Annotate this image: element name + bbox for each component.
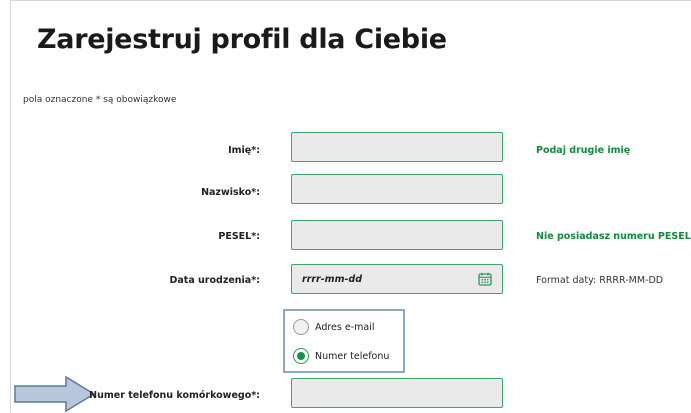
birth-date-placeholder: rrrr-mm-dd <box>302 273 363 285</box>
radio-selected-dot <box>297 352 305 360</box>
mobile-phone-field[interactable] <box>291 378 503 408</box>
frame-top-border <box>10 0 691 1</box>
required-fields-note: pola oznaczone * są obowiązkowe <box>23 95 177 105</box>
radio-phone-button[interactable] <box>293 348 309 364</box>
last-name-field[interactable] <box>291 174 503 204</box>
pesel-label: PESEL*: <box>218 231 260 242</box>
frame-left-border <box>10 0 11 413</box>
radio-phone-option[interactable]: Numer telefonu <box>293 348 389 364</box>
last-name-label: Nazwisko*: <box>201 187 260 198</box>
radio-email-button[interactable] <box>293 319 309 335</box>
calendar-icon[interactable] <box>478 272 492 286</box>
radio-email-label: Adres e-mail <box>315 321 375 333</box>
page-title: Zarejestruj profil dla Ciebie <box>37 24 447 55</box>
radio-phone-label: Numer telefonu <box>315 350 390 362</box>
pointer-arrow-icon <box>14 376 96 412</box>
radio-email-option[interactable]: Adres e-mail <box>293 319 375 335</box>
first-name-field[interactable] <box>291 132 503 162</box>
no-pesel-link[interactable]: Nie posiadasz numeru PESEL? <box>536 231 691 242</box>
birth-date-field[interactable]: rrrr-mm-dd <box>291 264 503 294</box>
mobile-phone-label: Numer telefonu komórkowego*: <box>89 390 260 401</box>
birth-date-label: Data urodzenia*: <box>169 275 260 286</box>
date-format-note: Format daty: RRRR-MM-DD <box>536 275 664 286</box>
pesel-field[interactable] <box>291 220 503 250</box>
first-name-label: Imię*: <box>228 145 260 156</box>
contact-method-radio-group: Adres e-mail Numer telefonu <box>283 309 405 373</box>
add-second-name-link[interactable]: Podaj drugie imię <box>536 145 630 156</box>
